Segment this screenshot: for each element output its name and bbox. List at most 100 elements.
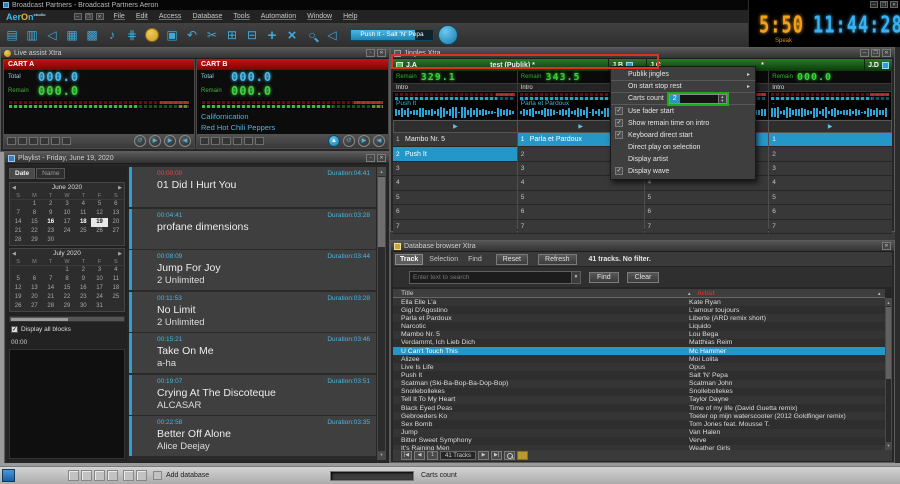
calendar-day[interactable]: 30	[43, 236, 59, 245]
calendar-scrollbar[interactable]	[9, 316, 125, 322]
calendar-day[interactable]: 9	[75, 275, 91, 284]
menu-item[interactable]: Tools	[233, 13, 249, 20]
column-artist[interactable]: Artist	[695, 290, 877, 297]
transport-button[interactable]: ◀	[179, 135, 191, 147]
calendar-day[interactable]: 29	[26, 236, 42, 245]
statusbar-toggle-3[interactable]	[94, 470, 105, 481]
jingle-cell[interactable]: 1Mambo Nr. 5	[393, 133, 517, 147]
table-row[interactable]: Ella Elle L'a Kate Ryan	[393, 298, 885, 306]
table-row[interactable]: Live Is Life Opus	[393, 363, 885, 371]
playlist-titlebar[interactable]: Playlist - Friday, June 19, 2020 ▫ ✕	[5, 153, 389, 164]
restore-icon[interactable]: ▫	[366, 154, 375, 162]
sort-arrow-icon[interactable]: ▲	[877, 291, 885, 296]
scrollbar-thumb[interactable]	[886, 307, 891, 379]
table-row[interactable]: Bitter Sweet Symphony Verve	[393, 437, 885, 445]
cart-preset-button[interactable]	[51, 137, 60, 145]
restore-icon[interactable]: ❐	[85, 13, 93, 20]
calendar-day[interactable]: 28	[43, 302, 59, 311]
transport-button[interactable]: ▶	[358, 135, 370, 147]
cart-preset-button[interactable]	[40, 137, 49, 145]
calendar-day[interactable]: 10	[91, 275, 107, 284]
add-database-icon[interactable]	[153, 471, 162, 480]
calendar-day[interactable]: 12	[10, 284, 26, 293]
calendar-day[interactable]: 28	[10, 236, 26, 245]
jingle-cell[interactable]: 7	[393, 220, 517, 234]
toolbar-button[interactable]: ↶	[182, 25, 202, 45]
table-row[interactable]: Scatman (Ski-Ba-Bop-Ba-Dop-Bop) Scatman …	[393, 380, 885, 388]
column-title[interactable]: Title	[393, 290, 687, 297]
cart-preset-button[interactable]	[7, 137, 16, 145]
minimize-icon[interactable]: ─	[870, 1, 878, 8]
menu-item[interactable]: Access	[159, 13, 182, 20]
calendar-day[interactable]: 23	[43, 227, 59, 236]
calendar-day[interactable]	[108, 236, 124, 245]
calendar-day[interactable]: 8	[59, 275, 75, 284]
pager-search-icon[interactable]	[504, 451, 515, 460]
transport-button[interactable]: ↺	[134, 135, 146, 147]
transport-button[interactable]: ▶	[149, 135, 161, 147]
calendar-day[interactable]	[75, 236, 91, 245]
calendar-day[interactable]: 6	[108, 200, 124, 209]
cart-preset-button[interactable]	[244, 137, 253, 145]
toolbar-button[interactable]: ×	[282, 25, 302, 45]
scroll-down-icon[interactable]: ▼	[378, 451, 385, 459]
database-tab[interactable]: Find	[464, 255, 486, 264]
calendar-day[interactable]: 9	[43, 209, 59, 218]
jingle-cell[interactable]: 2	[769, 147, 892, 161]
playlist-item[interactable]: 00:19:07 Duration:03:51 Crying At The Di…	[129, 375, 376, 415]
jingle-cell[interactable]: 5	[769, 191, 892, 205]
calendar-day[interactable]: 2	[75, 266, 91, 275]
minimize-icon[interactable]: ─	[74, 13, 82, 20]
jingle-cell[interactable]: 6	[393, 205, 517, 219]
playlist-item[interactable]: 00:08:09 Duration:03:44 Jump For Joy 2 U…	[129, 250, 376, 290]
search-input[interactable]: Enter text to search ▼	[409, 271, 581, 284]
cart-preset-button[interactable]	[222, 137, 231, 145]
context-menu-item[interactable]: ✓ Display wave ▲▼ ▸	[611, 165, 755, 177]
pager-next-button[interactable]: ▶	[478, 451, 489, 460]
calendar-day[interactable]: 16	[75, 284, 91, 293]
cart-preset-button[interactable]	[62, 137, 71, 145]
table-row[interactable]: Gebroeders Ko Toeter op mijn waterscoote…	[393, 412, 885, 420]
cart-preset-button[interactable]	[18, 137, 27, 145]
calendar-day[interactable]: 10	[59, 209, 75, 218]
database-button[interactable]: Reset	[496, 254, 528, 265]
playlist-item[interactable]: 00:11:53 Duration:03:28 No Limit 2 Unlim…	[129, 292, 376, 332]
menu-item[interactable]: File	[114, 13, 125, 20]
calendar-day[interactable]: 31	[91, 302, 107, 311]
jingle-cart-display[interactable]: Remain329.1 Intro Push It	[393, 71, 518, 120]
play-button[interactable]: ▶	[769, 120, 892, 133]
calendar-day[interactable]: 23	[75, 293, 91, 302]
live-assist-titlebar[interactable]: Live assist Xtra ▫ ✕	[1, 48, 389, 59]
toolbar-button[interactable]: ◁	[42, 25, 62, 45]
jingle-cell[interactable]: 5	[518, 191, 644, 205]
calendar-next-icon[interactable]: ▶	[118, 251, 122, 257]
table-row[interactable]: Verdammt, Ich Lieb Dich Matthias Reim	[393, 339, 885, 347]
table-row[interactable]: Narcotic Liquido	[393, 322, 885, 330]
block-list[interactable]	[9, 349, 125, 459]
transport-button[interactable]: ↺	[343, 135, 355, 147]
menu-item[interactable]: Window	[307, 13, 332, 20]
database-titlebar[interactable]: Database browser Xtra ✕	[391, 241, 894, 252]
playlist-item[interactable]: 00:04:41 Duration:03:28 profane dimensio…	[129, 209, 376, 249]
menu-item[interactable]: Help	[343, 13, 357, 20]
calendar-day[interactable]: 7	[43, 275, 59, 284]
calendar-day[interactable]: 29	[59, 302, 75, 311]
menu-item[interactable]: Edit	[136, 13, 148, 20]
table-row[interactable]: Gigi D'Agostino L'amour toujours	[393, 306, 885, 314]
pager-edit-icon[interactable]	[517, 451, 528, 460]
calendar-day[interactable]: 14	[43, 284, 59, 293]
close-icon[interactable]: ✕	[377, 49, 386, 57]
calendar-day[interactable]: 13	[108, 209, 124, 218]
clear-button[interactable]: Clear	[627, 272, 660, 283]
context-menu-item[interactable]: ✓ Show remain time on intro ▲▼ ▸	[611, 117, 755, 129]
pager-prev-button[interactable]: ◀	[414, 451, 425, 460]
calendar-day[interactable]: 6	[26, 275, 42, 284]
calendar-day[interactable]: 27	[26, 302, 42, 311]
pager-last-button[interactable]: ▶|	[491, 451, 502, 460]
scroll-up-icon[interactable]: ▲	[886, 299, 891, 306]
playlist-item[interactable]: 00:22:58 Duration:03:35 Better Off Alone…	[129, 416, 376, 456]
jingle-cell[interactable]: 3	[393, 162, 517, 176]
player-header-jd[interactable]: J.D	[865, 59, 892, 71]
transport-button[interactable]: ▶	[164, 135, 176, 147]
calendar-day[interactable]: 14	[10, 218, 26, 227]
